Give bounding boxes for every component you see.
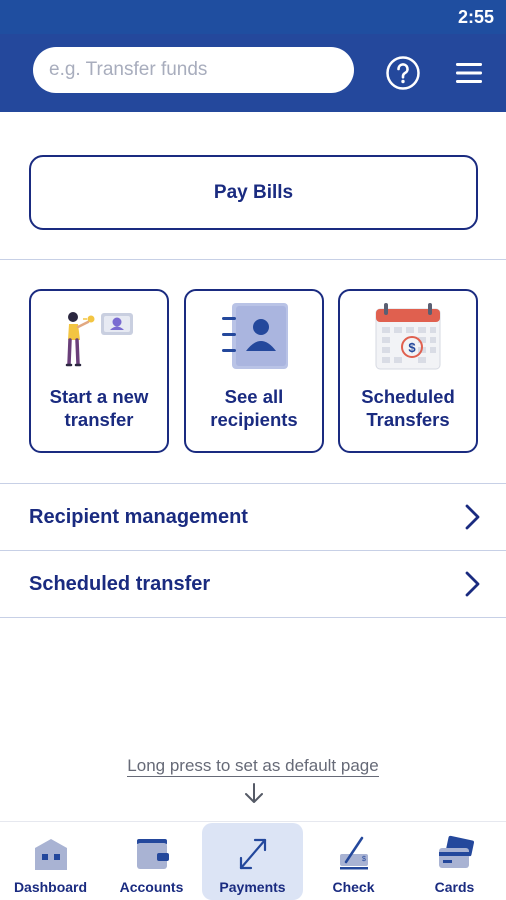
- row-label: Recipient management: [29, 505, 248, 528]
- bottom-tab-bar: Dashboard Accounts Payments $ Check Card…: [0, 821, 506, 900]
- tab-cards[interactable]: Cards: [404, 822, 505, 900]
- row-label: Scheduled transfer: [29, 572, 211, 595]
- tile-label-line1: Start a new: [49, 386, 149, 407]
- person-phone-transfer-illustration: [65, 312, 133, 367]
- arrow-down-icon: [245, 783, 263, 803]
- tab-label: Dashboard: [13, 879, 88, 895]
- tile-label-line2: transfer: [64, 409, 134, 430]
- check-deposit-icon: $: [340, 836, 368, 870]
- transfer-arrows-icon: [239, 838, 267, 870]
- app-header: e.g. Transfer funds: [0, 34, 506, 112]
- tile-label-line2: Transfers: [366, 409, 450, 430]
- divider: [0, 259, 506, 260]
- default-page-hint: Long press to set as default page: [0, 756, 506, 777]
- recipient-management-row[interactable]: Recipient management: [0, 484, 506, 550]
- scheduled-transfer-row[interactable]: Scheduled transfer: [0, 551, 506, 617]
- search-placeholder: e.g. Transfer funds: [49, 59, 208, 80]
- tab-payments[interactable]: Payments: [202, 822, 303, 900]
- tab-check[interactable]: $ Check: [303, 822, 404, 900]
- start-new-transfer-tile[interactable]: Start a new transfer: [29, 289, 169, 453]
- svg-text:$: $: [362, 856, 366, 863]
- see-all-recipients-tile[interactable]: See all recipients: [184, 289, 324, 453]
- tile-label-line1: See all: [224, 386, 284, 407]
- bank-building-icon: [35, 839, 67, 870]
- credit-cards-icon: [439, 835, 475, 868]
- pay-bills-button[interactable]: Pay Bills: [29, 155, 478, 230]
- tile-label-line2: recipients: [210, 409, 298, 430]
- tab-label: Cards: [434, 879, 475, 895]
- divider: [0, 617, 506, 618]
- chevron-right-icon: [465, 504, 480, 530]
- scheduled-transfers-tile[interactable]: $ Scheduled Transfers: [338, 289, 478, 453]
- tab-dashboard[interactable]: Dashboard: [0, 822, 101, 900]
- pay-bills-label: Pay Bills: [213, 181, 294, 203]
- search-input[interactable]: e.g. Transfer funds: [33, 47, 354, 93]
- tab-label: Payments: [219, 879, 286, 895]
- status-bar: 2:55: [0, 0, 506, 34]
- status-time: 2:55: [457, 7, 494, 27]
- chevron-right-icon: [465, 571, 480, 597]
- tab-label: Check: [332, 879, 375, 895]
- tab-label: Accounts: [119, 879, 184, 895]
- wallet-icon: [137, 839, 169, 869]
- svg-text:$: $: [408, 340, 416, 355]
- menu-icon[interactable]: [452, 56, 486, 90]
- address-book-illustration: [222, 303, 288, 369]
- tile-label-line1: Scheduled: [361, 386, 455, 407]
- hint-text: Long press to set as default page: [127, 756, 379, 777]
- calendar-dollar-illustration: $: [375, 303, 441, 370]
- help-icon[interactable]: [385, 55, 421, 91]
- tab-accounts[interactable]: Accounts: [101, 822, 202, 900]
